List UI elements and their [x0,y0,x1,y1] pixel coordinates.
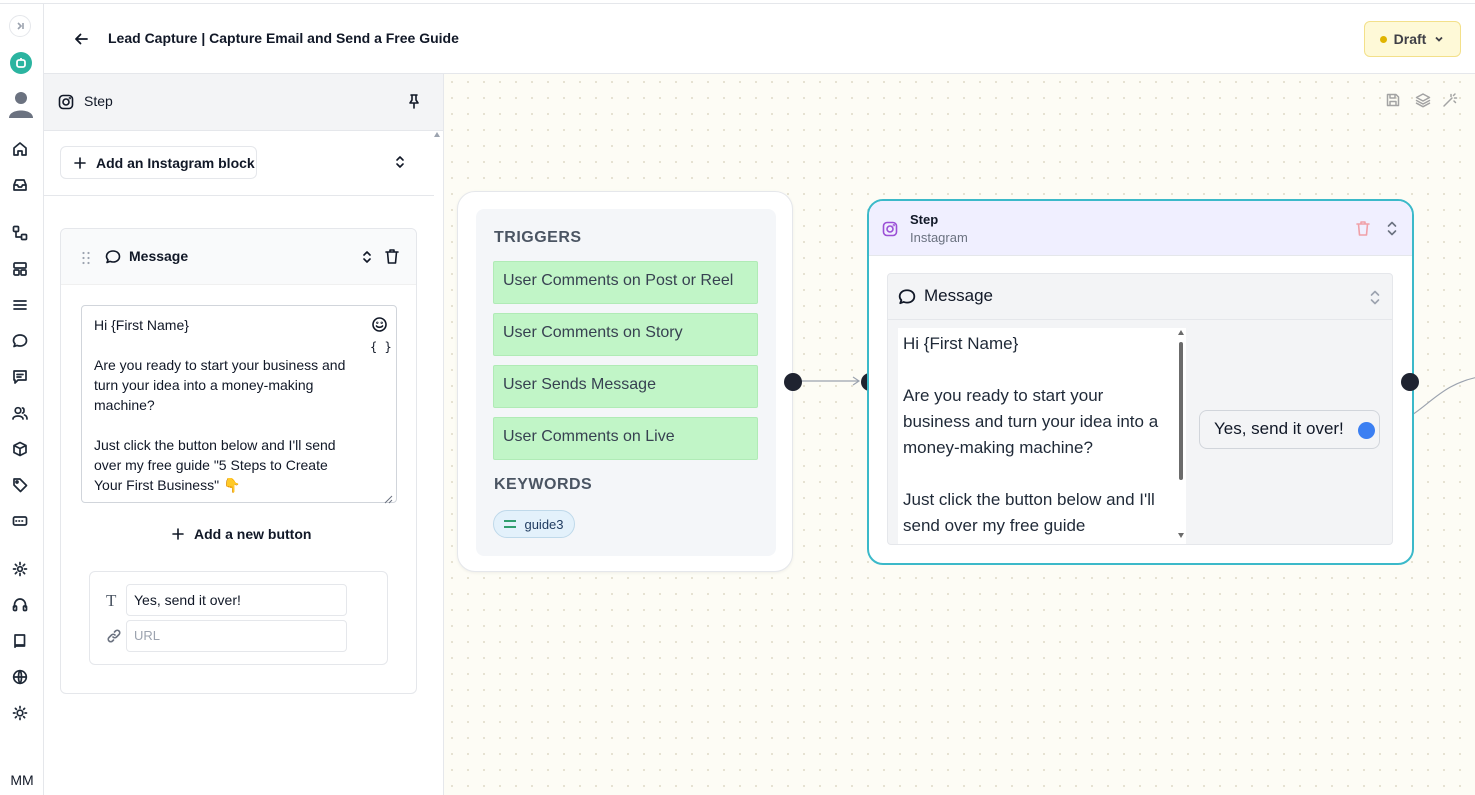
resize-handle-icon[interactable] [384,491,393,504]
message-block-card: Message Hi {First Name} Are you ready to… [60,228,417,694]
chatbot-icon [16,58,26,68]
button-text-input[interactable]: Yes, send it over! [126,584,347,616]
insert-variable-button[interactable]: { } [370,340,392,354]
scroll-up-arrow[interactable] [1178,330,1184,335]
drag-handle-icon[interactable] [81,251,91,265]
message-bubble-icon [105,249,121,265]
step-message-header: Message [888,274,1392,320]
step-message-text-box: Hi {First Name} Are you ready to start y… [898,328,1186,544]
button-output-port[interactable] [1358,422,1375,439]
user-initials[interactable]: MM [4,772,40,788]
step-message-scrollbar[interactable] [1177,328,1186,544]
comments-icon[interactable] [10,367,30,387]
list-icon[interactable] [10,295,30,315]
status-label: Draft [1393,31,1427,47]
pin-icon[interactable] [406,93,422,109]
chevron-up-down-icon[interactable] [1369,289,1381,306]
step-message-text: Hi {First Name} Are you ready to start y… [903,334,1159,535]
panel-header: Step [44,74,443,131]
step-node-subtitle: Instagram [910,230,968,245]
keywords-heading: KEYWORDS [494,476,593,493]
trash-icon[interactable] [384,248,400,265]
keyword-label: guide3 [524,516,564,532]
panel-scroll-up-arrow[interactable] [434,132,440,137]
step-node-header: Step Instagram [869,201,1412,256]
link-icon [106,628,122,644]
step-editor-panel: Step Add an Instagram block Message Hi {… [44,74,444,795]
step-node-title: Step [910,212,939,227]
add-new-button[interactable]: Add a new button [171,526,311,542]
reply-button-chip[interactable]: Yes, send it over! [1199,410,1380,449]
flow-canvas[interactable]: TRIGGERS User Comments on Post or Reel U… [444,74,1475,795]
sidebar-expand-icon [17,22,24,30]
message-block-label: Message [129,248,189,264]
home-icon[interactable] [10,139,30,159]
docs-book-icon[interactable] [10,631,30,651]
message-block-header: Message [61,229,416,285]
tags-icon[interactable] [10,475,30,495]
chevron-up-down-icon[interactable] [360,249,374,265]
trigger-node-body: TRIGGERS User Comments on Post or Reel U… [476,209,776,556]
instagram-icon [882,221,898,237]
instagram-icon [58,94,74,110]
brand-logo[interactable] [10,52,32,74]
trigger-item[interactable]: User Sends Message [493,365,758,408]
button-url-input[interactable]: URL [126,620,347,652]
chevron-down-icon [1435,36,1443,42]
text-type-icon: T [106,591,117,610]
trigger-node[interactable]: TRIGGERS User Comments on Post or Reel U… [457,191,793,572]
page-title: Lead Capture | Capture Email and Send a … [108,30,459,46]
panel-divider [44,195,434,196]
status-dropdown[interactable]: Draft [1364,21,1461,57]
collapse-sidebar-button[interactable] [9,15,31,37]
settings-gear-icon[interactable] [10,559,30,579]
emoji-picker-icon[interactable] [371,316,388,333]
inbox-icon[interactable] [10,175,30,195]
language-globe-icon[interactable] [10,667,30,687]
step-output-port[interactable] [1401,373,1419,391]
back-arrow-icon[interactable] [72,30,90,48]
triggers-heading: TRIGGERS [494,229,582,246]
integrations-box-icon[interactable] [10,439,30,459]
step-node[interactable]: Step Instagram Message Hi {First Name} A… [867,199,1414,565]
chevron-up-down-icon[interactable] [393,154,407,170]
chevron-up-down-icon[interactable] [1386,220,1398,237]
input-fields-icon[interactable] [10,511,30,531]
add-new-button-label: Add a new button [194,526,312,542]
user-avatar-icon[interactable] [7,88,35,120]
trigger-output-port[interactable] [784,373,802,391]
chat-icon[interactable] [10,331,30,351]
templates-icon[interactable] [10,259,30,279]
flows-icon[interactable] [10,223,30,243]
add-instagram-block-button[interactable]: Add an Instagram block [60,146,257,179]
message-textarea[interactable]: Hi {First Name} Are you ready to start y… [81,305,397,503]
equals-icon [504,520,517,528]
button-editor-card: T Yes, send it over! URL [89,571,388,665]
reply-button-label: Yes, send it over! [1214,419,1344,438]
plus-icon [73,156,87,170]
theme-sun-icon[interactable] [10,703,30,723]
trash-icon[interactable] [1355,220,1371,237]
contacts-icon[interactable] [10,403,30,423]
step-message-block[interactable]: Message Hi {First Name} Are you ready to… [887,273,1393,545]
trigger-item[interactable]: User Comments on Live [493,417,758,460]
page-header: Lead Capture | Capture Email and Send a … [44,4,1475,74]
left-nav-rail: MM [0,4,44,795]
add-block-label: Add an Instagram block [96,154,255,171]
status-dot [1379,35,1387,43]
keyword-chip[interactable]: guide3 [493,510,575,538]
scrollbar-thumb[interactable] [1179,342,1183,480]
plus-icon [171,527,185,541]
scroll-down-arrow[interactable] [1178,533,1184,538]
message-bubble-icon [898,288,916,306]
trigger-item[interactable]: User Comments on Story [493,313,758,356]
step-message-label: Message [924,286,993,305]
support-headset-icon[interactable] [10,595,30,615]
panel-title: Step [84,93,113,109]
trigger-item[interactable]: User Comments on Post or Reel [493,261,758,304]
